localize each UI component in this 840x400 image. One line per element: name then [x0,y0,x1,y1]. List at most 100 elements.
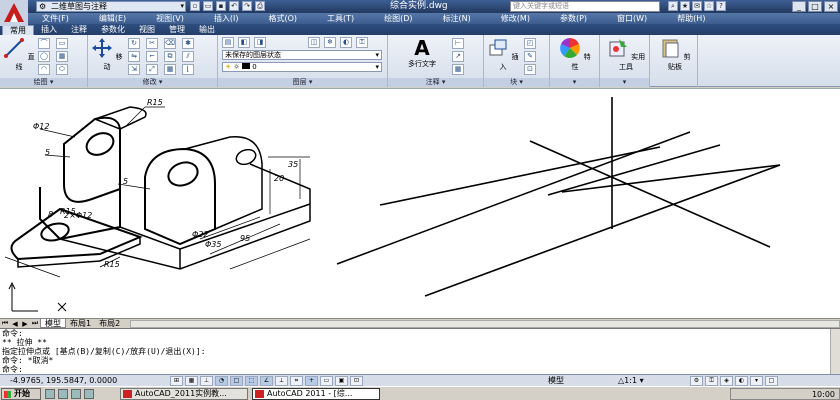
help-search-input[interactable]: 键入关键字或短语 [510,1,660,12]
layer-previous-icon[interactable]: ◨ [254,37,266,48]
chamfer-icon[interactable]: ⌊ [182,64,194,75]
tab-parametric[interactable]: 参数化 [94,25,132,35]
model-space-label[interactable]: 模型 [548,375,564,386]
hatch-icon[interactable]: ▦ [56,51,68,62]
menu-edit[interactable]: 编辑(E) [99,13,126,24]
drawing-svg[interactable]: R15 Φ12 5 5 R15 Φ22 Φ35 95 R15 35 20 8 2… [0,89,840,319]
menu-modify[interactable]: 修改(M) [501,13,530,24]
tab-manage[interactable]: 管理 [162,25,192,35]
menu-tools[interactable]: 工具(T) [327,13,354,24]
rectangle-icon[interactable]: ▭ [56,38,68,49]
desktop-icon[interactable] [45,389,55,399]
circle-icon[interactable]: ◯ [38,51,50,62]
3dosnap-icon[interactable]: ⬚ [245,376,258,386]
workspace-selector[interactable]: ⚙ 二维草图与注释 ▾ [36,1,186,12]
help-icon[interactable]: ? [716,1,726,11]
explorer-icon[interactable] [71,389,81,399]
menu-insert[interactable]: 插入(I) [214,13,239,24]
panel-block-label[interactable]: 块 ▾ [484,78,549,87]
panel-layers-label[interactable]: 图层 ▾ [218,78,387,87]
isolate-objects-icon[interactable]: ◐ [735,376,748,386]
lock-icon[interactable]: ⚿ [705,376,718,386]
utilities-button[interactable]: 实用工具 [606,37,646,72]
mtext-button[interactable]: A 多行文字 [402,37,442,69]
menu-help[interactable]: 帮助(H) [677,13,705,24]
maximize-icon[interactable]: □ [808,1,822,12]
panel-annotation-label[interactable]: 注释 ▾ [388,78,483,87]
selection-cycling-icon[interactable]: ⊡ [350,376,363,386]
rotate-icon[interactable]: ↻ [128,38,140,49]
properties-button[interactable]: 特性 [558,37,592,72]
tab-model[interactable]: 模型 [40,319,66,328]
layer-properties-icon[interactable]: ▤ [222,37,234,48]
open-file-icon[interactable]: ▭ [203,1,213,11]
scale-icon[interactable]: ⤢ [146,64,158,75]
subscription-icon[interactable]: ★ [680,1,690,11]
media-icon[interactable] [84,389,94,399]
copy-icon[interactable]: ⧉ [164,51,176,62]
start-button[interactable]: 开始 [1,388,41,400]
grid-icon[interactable]: ▦ [185,376,198,386]
annotation-scale[interactable]: △1:1 ▾ [618,375,644,386]
prev-layout-icon[interactable]: ◀ [10,320,20,328]
erase-icon[interactable]: ⌫ [164,38,176,49]
close-icon[interactable]: × [824,1,838,12]
lineweight-icon[interactable]: + [305,376,318,386]
task-button-autocad[interactable]: AutoCAD 2011 - [综... [252,388,380,400]
layer-freeze-icon[interactable]: ❄ [324,37,336,48]
layer-off-icon[interactable]: ◐ [340,37,352,48]
layer-lock-icon[interactable]: ⚿ [356,37,368,48]
new-file-icon[interactable]: ▫ [190,1,200,11]
plot-icon[interactable]: ⎙ [255,1,265,11]
save-icon[interactable]: ▪ [216,1,226,11]
insert-button[interactable]: 插入 [486,37,520,72]
tab-output[interactable]: 输出 [192,25,222,35]
table-icon[interactable]: ▦ [452,64,464,75]
explode-icon[interactable]: ✱ [182,38,194,49]
browser-icon[interactable] [58,389,68,399]
command-scrollbar[interactable] [830,329,840,375]
layer-state-select[interactable]: 未保存的图层状态 ▾ [222,50,382,60]
task-button-tutorial[interactable]: AutoCAD_2011实例教... [120,388,248,400]
layer-isolate-icon[interactable]: ◫ [308,37,320,48]
clock[interactable]: 10:00 [812,389,835,400]
dimension-icon[interactable]: ⊢ [452,38,464,49]
autocad-logo-icon[interactable] [0,0,28,26]
polyline-icon[interactable]: ⌒ [38,38,50,49]
menu-draw[interactable]: 绘图(D) [384,13,412,24]
menu-window[interactable]: 窗口(W) [617,13,647,24]
last-layout-icon[interactable]: ⏭ [30,319,40,328]
trim-icon[interactable]: ✂ [146,38,158,49]
mirror-icon[interactable]: ⇋ [128,51,140,62]
panel-properties-label[interactable]: ▾ [550,78,599,87]
polar-icon[interactable]: ◔ [215,376,228,386]
menu-parametric[interactable]: 参数(P) [560,13,587,24]
create-block-icon[interactable]: ◰ [524,38,536,49]
layer-select[interactable]: ☀ ☼ 0 ▾ [222,62,382,72]
panel-modify-label[interactable]: 修改 ▾ [88,78,217,87]
ellipse-icon[interactable]: ⬭ [56,64,68,75]
panel-draw-label[interactable]: 绘图 ▾ [0,78,87,87]
layer-state-icon[interactable]: ◧ [238,37,250,48]
communication-icon[interactable]: ✉ [692,1,702,11]
line-button[interactable]: 直线 [2,37,36,72]
edit-block-icon[interactable]: ✎ [524,51,536,62]
tab-layout1[interactable]: 布局1 [66,319,95,328]
redo-icon[interactable]: ↷ [242,1,252,11]
drawing-canvas[interactable]: R15 Φ12 5 5 R15 Φ22 Φ35 95 R15 35 20 8 2… [0,88,840,318]
transparency-icon[interactable]: ▭ [320,376,333,386]
move-button[interactable]: 移动 [90,37,124,72]
status-menu-icon[interactable]: ▾ [750,376,763,386]
minimize-icon[interactable]: _ [792,1,806,12]
hardware-acceleration-icon[interactable]: ◈ [720,376,733,386]
workspace-switch-icon[interactable]: ⚙ [690,376,703,386]
favorites-icon[interactable]: ☆ [704,1,714,11]
menu-format[interactable]: 格式(O) [268,13,297,24]
first-layout-icon[interactable]: ⏮ [0,319,10,328]
offset-icon[interactable]: ⫽ [182,51,194,62]
osnap-icon[interactable]: □ [230,376,243,386]
ortho-icon[interactable]: ⊥ [200,376,213,386]
tab-layout2[interactable]: 布局2 [95,319,124,328]
clean-screen-icon[interactable]: □ [765,376,778,386]
command-prompt[interactable]: 命令: [2,365,840,374]
